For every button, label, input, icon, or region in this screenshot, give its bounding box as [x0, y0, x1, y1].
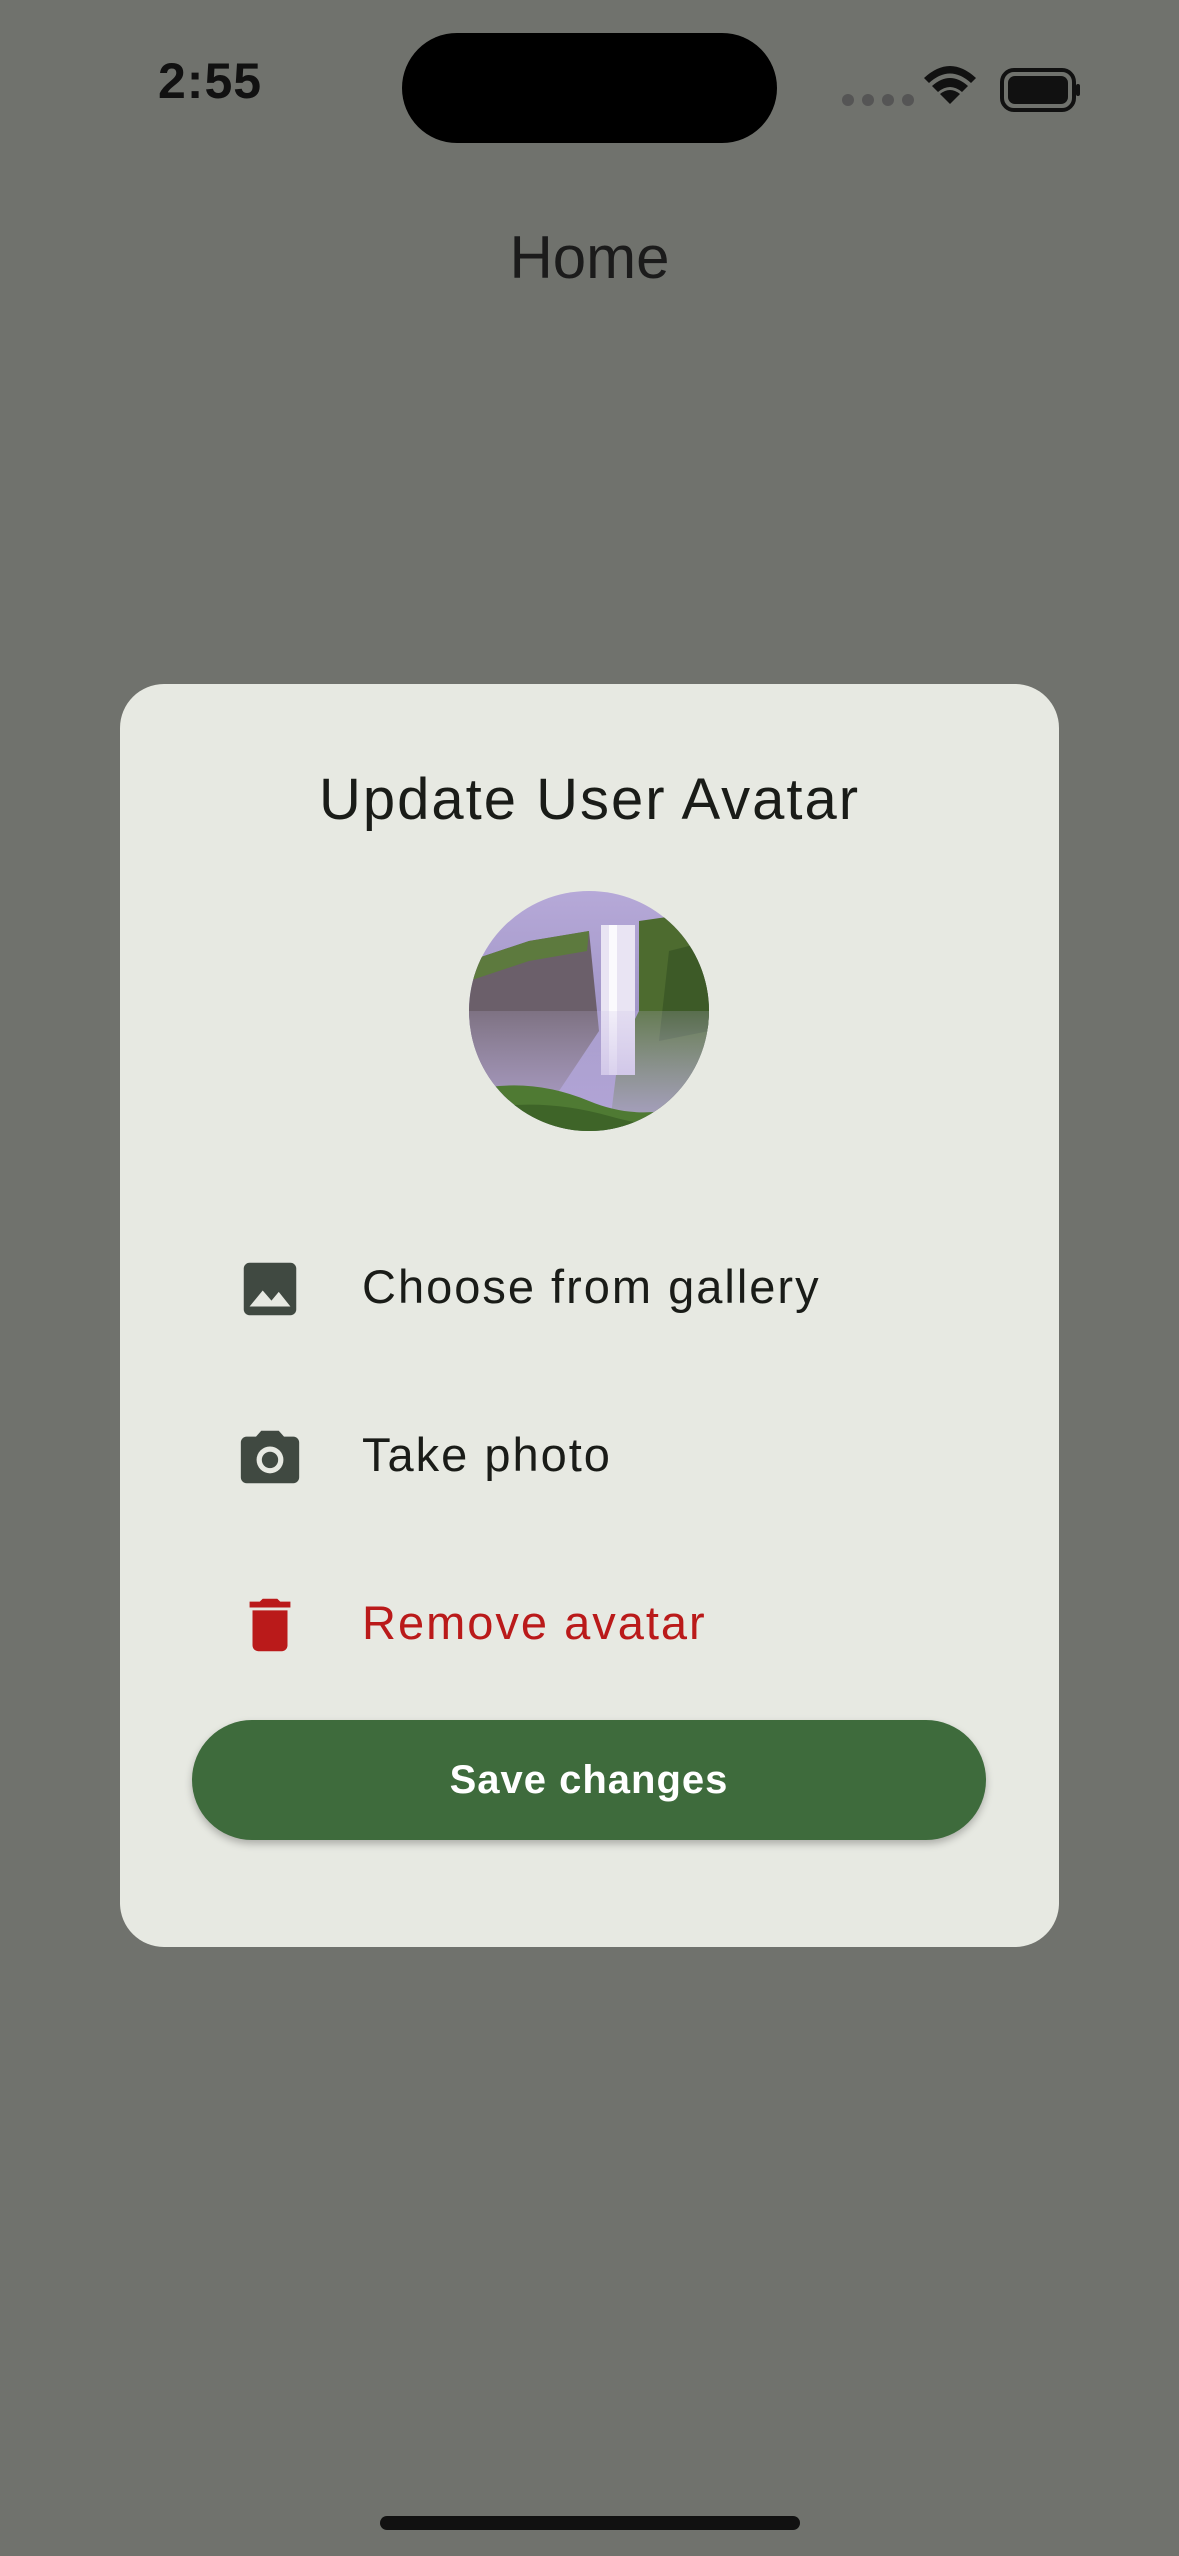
wifi-icon — [924, 66, 976, 104]
image-icon — [235, 1254, 305, 1324]
option-label: Choose from gallery — [362, 1260, 821, 1313]
take-photo-option[interactable]: Take photo — [120, 1377, 1059, 1537]
update-avatar-dialog: Update User Avatar Choose from gallery T… — [120, 684, 1059, 1947]
battery-icon — [1000, 68, 1080, 112]
status-icons — [840, 58, 1080, 118]
dynamic-island — [402, 33, 777, 143]
remove-avatar-option[interactable]: Remove avatar — [120, 1545, 1059, 1705]
camera-icon — [235, 1422, 305, 1492]
status-time: 2:55 — [158, 53, 263, 109]
avatar — [469, 891, 709, 1131]
dialog-title: Update User Avatar — [318, 767, 861, 832]
choose-from-gallery-option[interactable]: Choose from gallery — [120, 1209, 1059, 1369]
home-indicator[interactable] — [380, 2516, 800, 2530]
page-title: Home — [509, 224, 670, 291]
option-label: Take photo — [362, 1428, 612, 1481]
save-changes-button[interactable]: Save changes — [192, 1720, 986, 1840]
option-label: Remove avatar — [362, 1596, 707, 1649]
trash-icon — [235, 1590, 305, 1660]
signal-icon — [842, 94, 914, 106]
